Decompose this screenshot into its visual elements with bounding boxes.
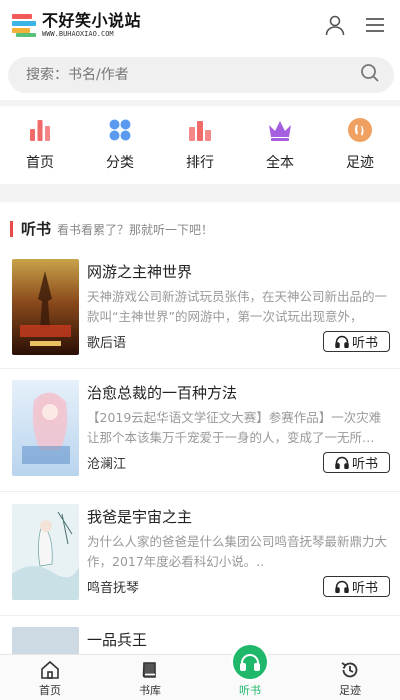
divider-band: [0, 100, 400, 106]
book-title[interactable]: 网游之主神世界: [87, 261, 192, 282]
menu-icon[interactable]: [362, 12, 388, 38]
book-author: 歌后语: [87, 336, 127, 351]
listen-button-label: 听书: [351, 457, 378, 472]
category-label: 足迹: [346, 155, 374, 171]
crown-icon: [266, 116, 294, 144]
book-description: 【2019云起华语文学征文大赛】参赛作品】一次灾难让那个本该集万千宠爱于一身的人…: [87, 410, 382, 445]
listen-button[interactable]: 听书: [323, 452, 390, 473]
listen-button-label: 听书: [351, 336, 378, 351]
category-nav: 首页 分类 排行 全本 足迹: [0, 116, 400, 180]
book-item[interactable]: 治愈总裁的一百种方法 【2019云起华语文学征文大赛】参赛作品】一次灾难让那个本…: [0, 380, 400, 492]
book-icon: [140, 660, 160, 680]
bottom-nav-history[interactable]: 足迹: [300, 655, 400, 700]
book-author: 鸣音抚琴: [87, 581, 140, 596]
search-icon[interactable]: [360, 63, 380, 87]
logo-books-icon: [12, 12, 38, 38]
headphones-icon: [335, 580, 349, 593]
book-cover[interactable]: [12, 627, 79, 654]
logo-url: WWW.BUHAOXIAO.COM: [42, 29, 114, 38]
search-input[interactable]: [26, 67, 360, 83]
footprint-icon: [346, 116, 374, 144]
headphones-icon: [233, 645, 267, 679]
listen-button[interactable]: 听书: [323, 576, 390, 597]
book-title[interactable]: 我爸是宇宙之主: [87, 506, 192, 527]
category-footprint[interactable]: 足迹: [320, 116, 400, 180]
bottom-nav-label: 听书: [239, 684, 261, 697]
bottom-nav-listen[interactable]: 听书: [200, 645, 300, 700]
book-item[interactable]: 网游之主神世界 天神游戏公司新游试玩员张伟，在天神公司新出品的一款叫“主神世界”…: [0, 259, 400, 371]
listen-button[interactable]: 听书: [323, 331, 390, 352]
site-logo[interactable]: 不好笑小说站 WWW.BUHAOXIAO.COM: [12, 12, 141, 38]
section-subtitle: 看书看累了？那就听一下吧！: [57, 223, 214, 237]
section-accent-bar: [10, 220, 13, 237]
list-divider: [0, 615, 400, 616]
user-icon[interactable]: [322, 12, 348, 38]
book-cover[interactable]: [12, 259, 79, 355]
divider-band: [0, 184, 400, 202]
headphones-icon: [335, 456, 349, 469]
category-label: 分类: [106, 155, 134, 171]
bottom-nav: 首页 书库 听书 足迹: [0, 645, 400, 700]
book-title[interactable]: 一品兵王: [87, 629, 147, 650]
category-label: 排行: [186, 155, 214, 171]
list-divider: [0, 368, 400, 369]
book-author: 沧澜江: [87, 457, 127, 472]
book-cover[interactable]: [12, 380, 79, 476]
logo-name: 不好笑小说站: [42, 10, 142, 30]
bar-chart-icon: [26, 116, 54, 144]
book-cover[interactable]: [12, 504, 79, 600]
category-complete[interactable]: 全本: [240, 116, 320, 180]
history-icon: [340, 660, 360, 680]
bottom-nav-home[interactable]: 首页: [0, 655, 100, 700]
home-icon: [40, 660, 60, 680]
ranking-icon: [186, 116, 214, 144]
headphones-icon: [335, 335, 349, 348]
grid-dots-icon: [106, 116, 134, 144]
category-classify[interactable]: 分类: [80, 116, 160, 180]
book-description: 为什么人家的爸爸是什么集团公司鸣音抚琴最新鼎力大作，2017年度必看科幻小说。.…: [87, 534, 388, 569]
search-bar[interactable]: [8, 57, 394, 93]
category-home[interactable]: 首页: [0, 116, 80, 180]
book-item[interactable]: 我爸是宇宙之主 为什么人家的爸爸是什么集团公司鸣音抚琴最新鼎力大作，2017年度…: [0, 504, 400, 616]
category-label: 全本: [266, 155, 294, 171]
section-header: 听书 看书看累了？那就听一下吧！: [10, 218, 213, 239]
bottom-nav-label: 首页: [39, 684, 61, 697]
section-title: 听书: [21, 220, 52, 238]
listen-button-label: 听书: [351, 581, 378, 596]
category-label: 首页: [26, 155, 54, 171]
category-ranking[interactable]: 排行: [160, 116, 240, 180]
book-title[interactable]: 治愈总裁的一百种方法: [87, 382, 237, 403]
book-item[interactable]: 一品兵王: [0, 627, 400, 654]
list-divider: [0, 491, 400, 492]
bottom-nav-library[interactable]: 书库: [100, 655, 200, 700]
app-header: 不好笑小说站 WWW.BUHAOXIAO.COM: [0, 0, 400, 50]
bottom-nav-label: 书库: [139, 684, 161, 697]
book-description: 天神游戏公司新游试玩员张伟，在天神公司新出品的一款叫“主神世界”的网游中，第一次…: [87, 289, 388, 324]
bottom-nav-label: 足迹: [339, 684, 361, 697]
